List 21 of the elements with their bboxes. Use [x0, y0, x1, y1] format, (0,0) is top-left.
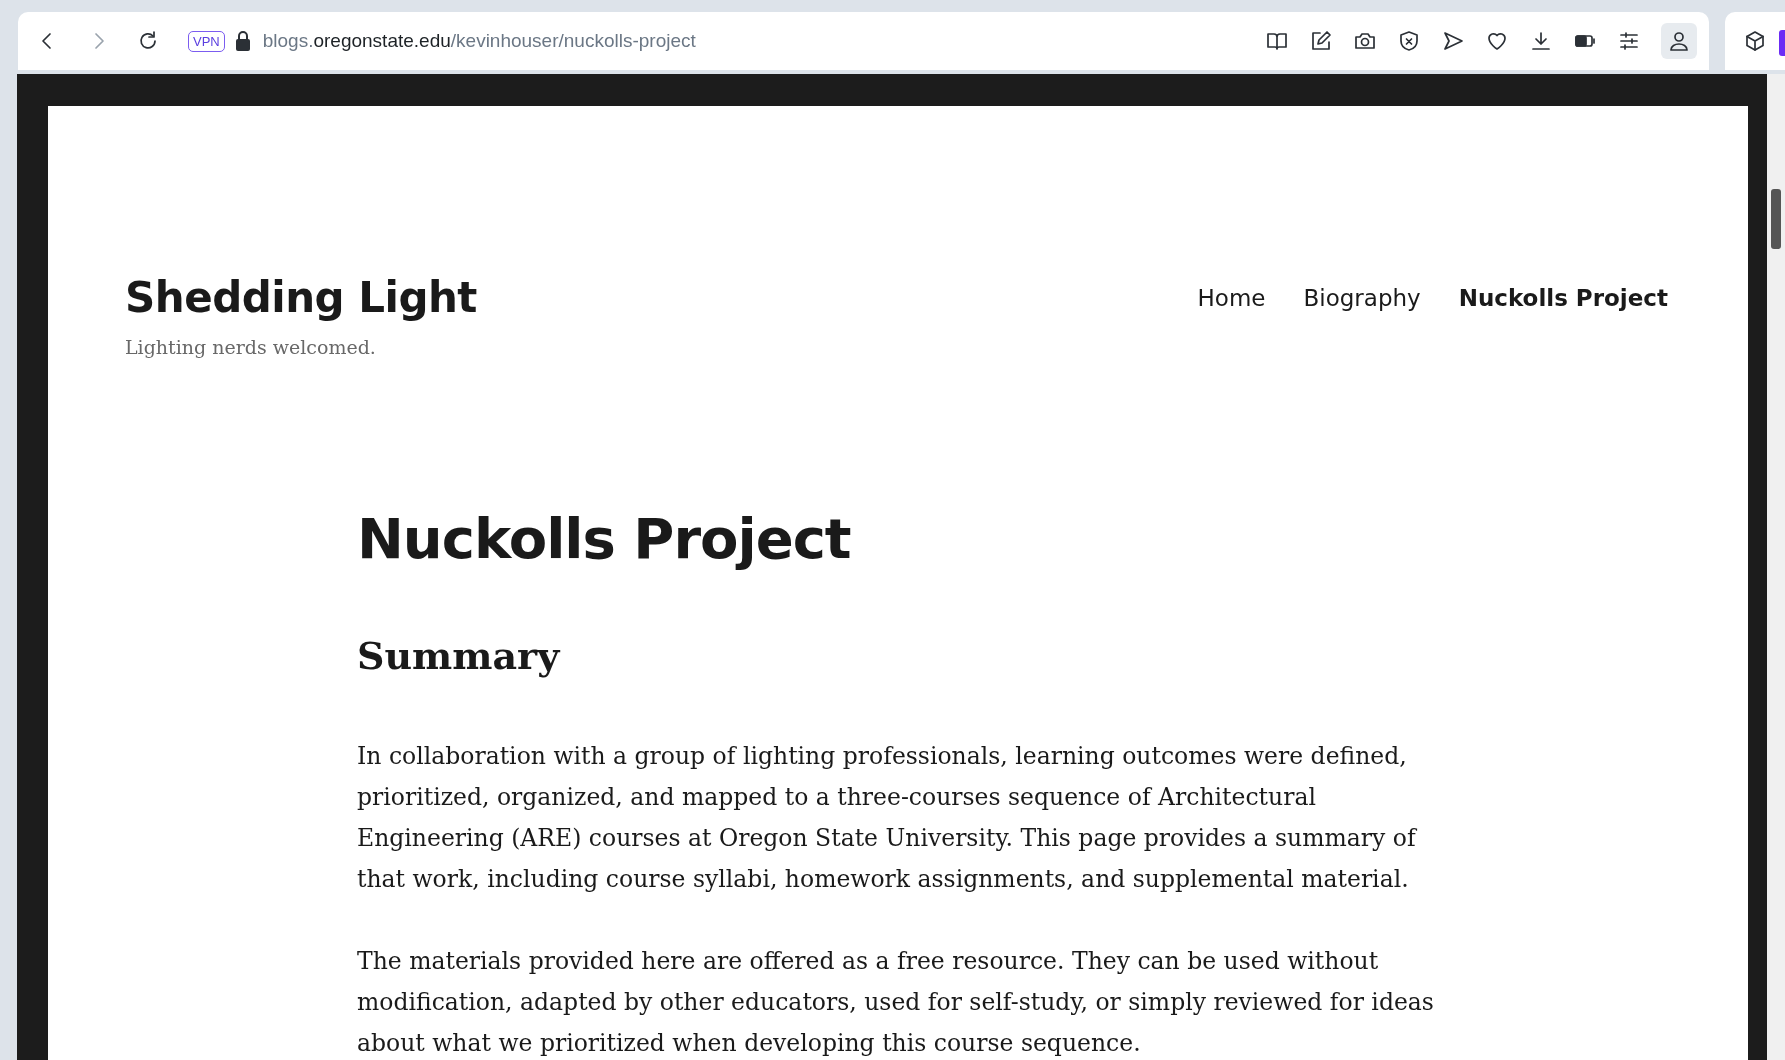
person-icon: [1667, 29, 1691, 53]
paragraph: The materials provided here are offered as a free resource. They can be used without modification, adapted by other educators, used for self-study, or simply reviewed for ideas about what we prioritized when developing this course sequence.: [357, 946, 1435, 1059]
nav-link[interactable]: Home: [1197, 285, 1266, 358]
send-icon[interactable]: [1441, 29, 1465, 53]
section-heading: Summary: [357, 633, 562, 678]
site-title[interactable]: Shedding Light: [125, 273, 477, 322]
vpn-badge[interactable]: VPN: [188, 30, 225, 52]
shield-icon[interactable]: [1397, 29, 1421, 53]
paragraph: In collaboration with a group of lighting professionals, learning outcomes were defined, prioritized, organized, and mapped to a three-courses sequence of Architectural Engineering (ARE) courses at Oregon State University. This page provides a summary of that work, including course syllabi, homework assignments, and supplemental material.: [357, 741, 1418, 895]
nav-link[interactable]: Biography: [1303, 285, 1421, 358]
site-tagline: Lighting nerds welcomed.: [125, 336, 377, 358]
lock-icon[interactable]: [234, 30, 251, 52]
edit-icon[interactable]: [1309, 29, 1333, 53]
profile-button[interactable]: [1661, 23, 1697, 59]
page-title: Nuckolls Project: [357, 506, 852, 571]
address-field[interactable]: blogs.oregonstate.edu/kevinhouser/nuckolls-project: [262, 30, 696, 52]
download-icon[interactable]: [1529, 29, 1553, 53]
scrollbar[interactable]: [1767, 74, 1785, 1060]
nav-link[interactable]: Nuckolls Project: [1458, 285, 1668, 358]
cube-icon[interactable]: [1743, 29, 1767, 53]
sliders-icon[interactable]: [1617, 29, 1641, 53]
